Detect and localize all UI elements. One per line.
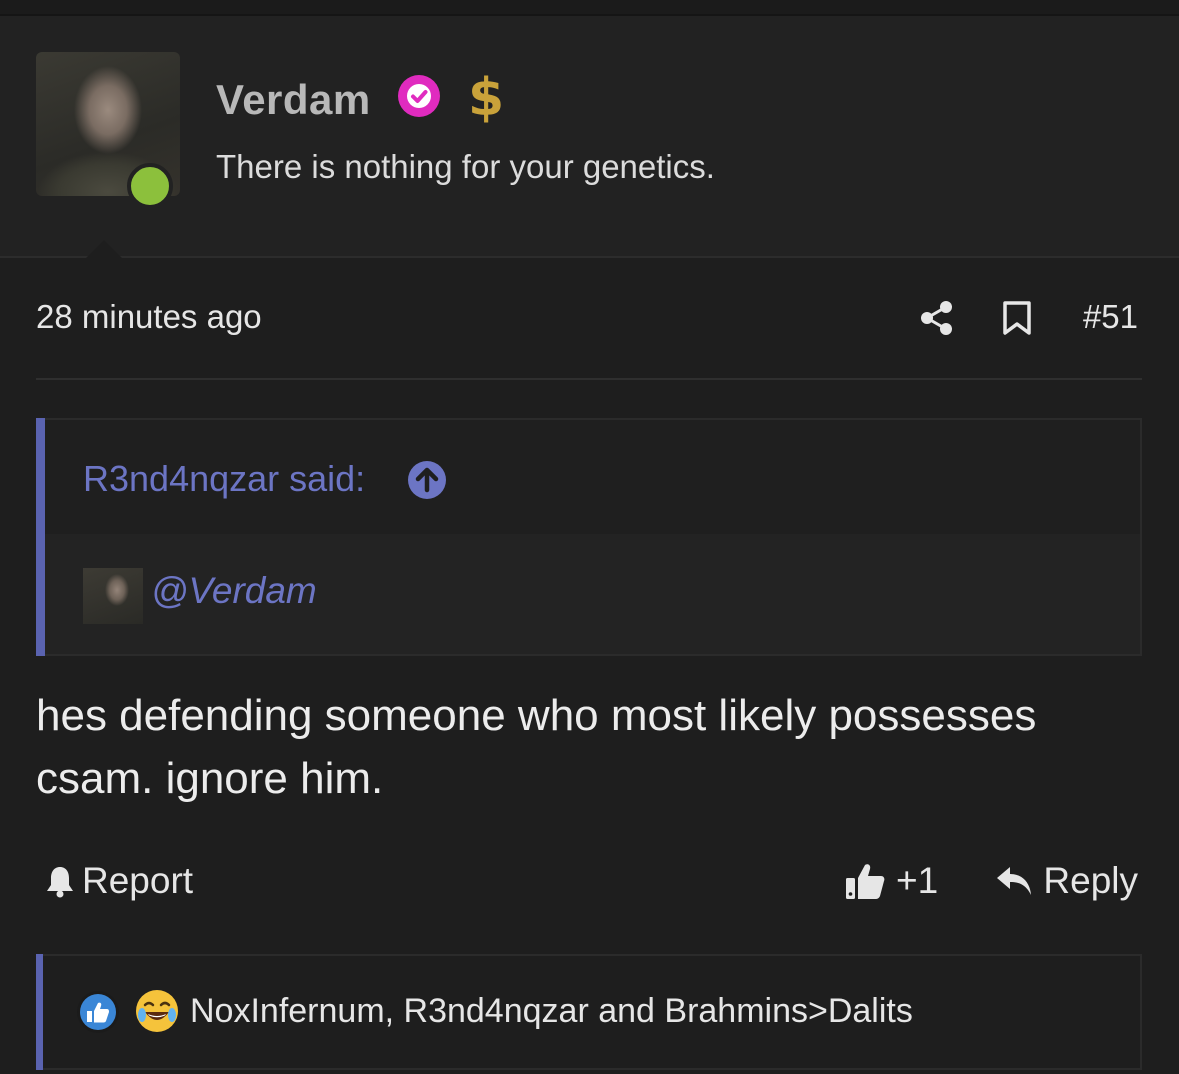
thumbs-up-icon <box>846 864 885 899</box>
online-status-indicator <box>127 163 173 209</box>
report-label: Report <box>82 860 194 901</box>
bookmark-icon[interactable] <box>1002 300 1032 336</box>
reply-label: Reply <box>1043 860 1138 901</box>
user-mention-link[interactable]: @Verdam <box>151 570 317 612</box>
user-avatar[interactable] <box>36 52 180 209</box>
reply-arrow-icon <box>997 867 1032 895</box>
post-actions: Report +1 Reply <box>36 856 1142 912</box>
mention-avatar <box>83 568 143 624</box>
reaction-users[interactable]: NoxInfernum, R3nd4nqzar and Brahmins>Dal… <box>190 992 913 1031</box>
reactions-accent-bar <box>36 954 43 1070</box>
laugh-reaction-icon <box>136 990 178 1032</box>
verified-badge-icon <box>398 75 440 117</box>
message-body: hes defending someone who most likely po… <box>36 691 1037 803</box>
bell-icon <box>47 867 73 898</box>
like-reaction-icon <box>77 991 119 1033</box>
user-title: There is nothing for your genetics. <box>216 148 715 185</box>
header-pointer <box>72 240 136 272</box>
quote-content: @Verdam <box>45 534 1140 654</box>
post-timestamp[interactable]: 28 minutes ago <box>36 298 262 336</box>
like-count: +1 <box>896 860 939 901</box>
like-button[interactable]: +1 <box>844 860 938 902</box>
reply-button[interactable]: Reply <box>995 860 1138 902</box>
message-user-header: Verdam $ There is nothing for your genet… <box>0 16 1179 272</box>
quote-author[interactable]: R3nd4nqzar said: <box>83 458 365 500</box>
dollar-badge-icon: $ <box>468 68 505 128</box>
report-button[interactable]: Report <box>44 860 193 902</box>
reactions-bar[interactable]: NoxInfernum, R3nd4nqzar and Brahmins>Dal… <box>36 954 1142 1070</box>
post-meta: 28 minutes ago #51 <box>36 288 1142 348</box>
quote-header: R3nd4nqzar said: <box>45 420 1140 534</box>
post-number-link[interactable]: #51 <box>1083 298 1138 336</box>
username[interactable]: Verdam <box>216 76 371 124</box>
share-icon[interactable] <box>920 300 954 336</box>
quote-block: R3nd4nqzar said: @Verdam <box>36 418 1142 656</box>
divider <box>36 378 1142 380</box>
quote-accent-bar <box>36 418 45 656</box>
top-border <box>0 0 1179 16</box>
arrow-up-circle-icon[interactable] <box>407 460 447 500</box>
